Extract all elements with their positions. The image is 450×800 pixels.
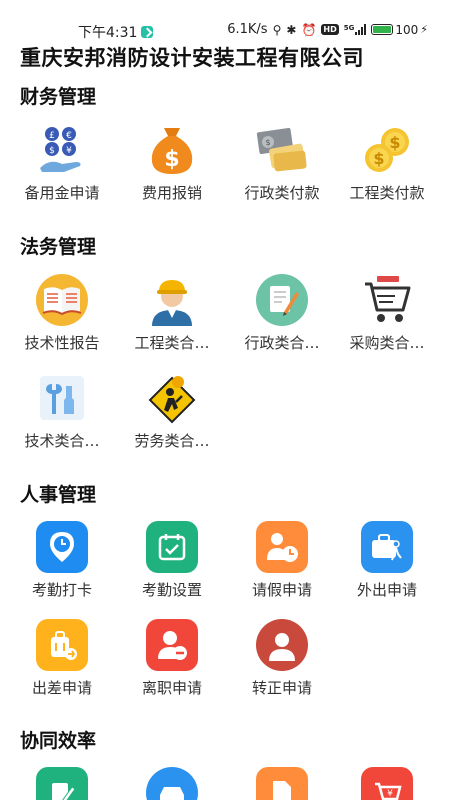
svg-text:$: $: [389, 133, 400, 152]
app-notification-icon: [141, 26, 154, 38]
tile-collab-3[interactable]: [232, 767, 332, 800]
signal-icon: 5G: [344, 24, 367, 35]
luggage-plane-icon: [36, 619, 88, 671]
tile-label: 考勤打卡: [31, 581, 92, 599]
tile-label: 工程类付款: [349, 184, 425, 202]
tools-icon: [36, 372, 88, 424]
tile-label: 费用报销: [141, 184, 202, 202]
tile-technical-report[interactable]: 技术性报告: [12, 274, 112, 353]
shopping-cart-icon: [361, 274, 413, 326]
worker-sign-icon: [146, 372, 198, 424]
svg-text:$: $: [49, 146, 55, 156]
svg-text:¥: ¥: [387, 789, 393, 799]
page-title: 重庆安邦消防设计安装工程有限公司: [20, 46, 364, 70]
tile-admin-contract[interactable]: 行政类合…: [232, 274, 332, 353]
svg-text:£: £: [49, 131, 55, 141]
tile-attendance-checkin[interactable]: 考勤打卡: [12, 521, 112, 600]
tile-label: 技术性报告: [24, 334, 100, 352]
tile-label: 技术类合…: [24, 432, 100, 450]
tile-label: 转正申请: [251, 679, 312, 697]
tile-collab-1[interactable]: [12, 767, 112, 800]
hd-badge: HD: [321, 24, 339, 35]
status-time: 下午4:31: [78, 25, 138, 41]
tile-label: 工程类合…: [134, 334, 210, 352]
network-speed: 6.1K/s: [227, 22, 268, 37]
tile-petty-cash[interactable]: £ € $ ¥ 备用金申请: [12, 124, 112, 203]
edit-note-icon: [36, 767, 88, 800]
document-pencil-icon: [256, 274, 308, 326]
leave-clock-icon: [256, 521, 308, 573]
status-left: 下午4:31: [78, 22, 154, 42]
svg-text:€: €: [66, 131, 72, 141]
tile-label: 行政类付款: [244, 184, 320, 202]
battery-icon: 100 ⚡: [371, 23, 428, 37]
calendar-check-icon: [146, 521, 198, 573]
tile-procurement-contract[interactable]: 采购类合…: [337, 274, 437, 353]
file-icon: [256, 767, 308, 800]
open-book-icon: [36, 274, 88, 326]
svg-text:$: $: [164, 147, 179, 172]
currency-exchange-icon: £ € $ ¥: [36, 124, 88, 176]
tile-business-trip[interactable]: 出差申请: [12, 619, 112, 698]
tile-outing-request[interactable]: 外出申请: [337, 521, 437, 600]
cart-yen-icon: ¥: [361, 767, 413, 800]
section-title-collaboration: 协同效率: [20, 730, 97, 752]
tile-technology-contract[interactable]: 技术类合…: [12, 372, 112, 451]
money-bag-icon: $: [146, 124, 198, 176]
status-bar: 下午4:31 6.1K/s ⚲ ✱ ⏰ HD 5G 100 ⚡: [0, 0, 450, 42]
clock-pin-icon: [36, 521, 88, 573]
status-right: 6.1K/s ⚲ ✱ ⏰ HD 5G 100 ⚡: [227, 22, 428, 37]
tile-label: 出差申请: [31, 679, 92, 697]
tile-collab-4[interactable]: ¥: [337, 767, 437, 800]
car-icon: [146, 767, 198, 800]
svg-text:$: $: [265, 138, 270, 147]
tile-label: 采购类合…: [349, 334, 425, 352]
alarm-icon: ⏰: [301, 22, 317, 37]
tile-leave-request[interactable]: 请假申请: [232, 521, 332, 600]
cash-cards-icon: $: [256, 124, 308, 176]
svg-text:¥: ¥: [66, 146, 72, 156]
briefcase-walk-icon: [361, 521, 413, 573]
tile-label: 外出申请: [356, 581, 417, 599]
tile-label: 备用金申请: [24, 184, 100, 202]
tile-label: 考勤设置: [141, 581, 202, 599]
svg-text:$: $: [373, 149, 384, 168]
tile-label: 行政类合…: [244, 334, 320, 352]
network-type: 5G: [343, 24, 355, 32]
tile-project-payment[interactable]: $ $ 工程类付款: [337, 124, 437, 203]
battery-level: 100: [395, 22, 419, 37]
user-silhouette-icon: [256, 619, 308, 671]
coins-icon: $ $: [361, 124, 413, 176]
tile-label: 劳务类合…: [134, 432, 210, 450]
tile-attendance-settings[interactable]: 考勤设置: [122, 521, 222, 600]
tile-admin-payment[interactable]: $ 行政类付款: [232, 124, 332, 203]
location-icon: ⚲: [272, 22, 282, 37]
section-title-legal: 法务管理: [20, 236, 97, 258]
tile-labor-contract[interactable]: 劳务类合…: [122, 372, 222, 451]
tile-collab-2[interactable]: [122, 767, 222, 800]
user-minus-icon: [146, 619, 198, 671]
tile-expense-reimbursement[interactable]: $ 费用报销: [122, 124, 222, 203]
bluetooth-icon: ✱: [286, 22, 297, 37]
tile-resignation[interactable]: 离职申请: [122, 619, 222, 698]
engineer-icon: [146, 274, 198, 326]
tile-label: 离职申请: [141, 679, 202, 697]
tile-engineering-contract[interactable]: 工程类合…: [122, 274, 222, 353]
section-title-finance: 财务管理: [20, 86, 97, 108]
tile-label: 请假申请: [251, 581, 312, 599]
section-title-hr: 人事管理: [20, 484, 97, 506]
tile-probation-confirmation[interactable]: 转正申请: [232, 619, 332, 698]
